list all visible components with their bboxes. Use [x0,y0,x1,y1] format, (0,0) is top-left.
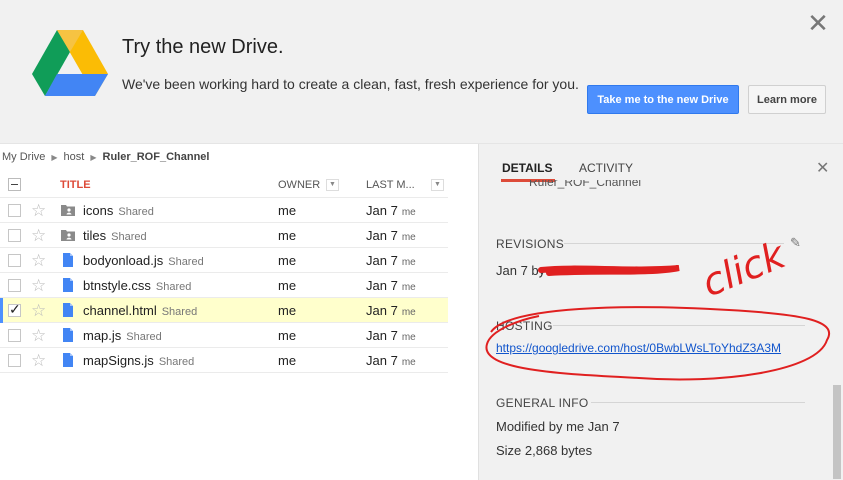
star-icon[interactable]: ☆ [31,351,46,371]
document-icon [63,328,73,342]
file-name[interactable]: icons Shared [83,203,154,218]
file-owner: me [278,278,297,293]
column-owner[interactable]: OWNER [278,179,320,191]
row-checkbox[interactable] [8,301,21,318]
file-date: Jan 7 me [366,253,416,268]
file-list: TITLE OWNER ▼ LAST M... ▼ ☆ icons Shared me… [0,172,448,373]
revisions-title: REVISIONS [496,237,565,251]
file-name[interactable]: bodyonload.js Shared [83,253,204,268]
breadcrumb-my-drive[interactable]: My Drive [2,151,45,163]
file-row[interactable]: ☆ bodyonload.js Shared me Jan 7 me [0,248,448,273]
file-date: Jan 7 me [366,278,416,293]
redacted-scribble [538,265,680,276]
scrollbar-thumb[interactable] [833,385,841,479]
file-row[interactable]: ☆ btnstyle.css Shared me Jan 7 me [0,273,448,298]
modified-info: Modified by me Jan 7 [496,419,620,434]
close-icon[interactable]: ✕ [806,10,830,36]
document-icon [63,278,73,292]
file-name[interactable]: channel.html Shared [83,303,197,318]
learn-more-button[interactable]: Learn more [748,85,826,114]
selection-indicator [0,298,3,323]
folder-name: Ruler_ROF_Channel [529,180,642,189]
close-icon[interactable]: ✕ [816,158,829,178]
star-icon[interactable]: ☆ [31,276,46,296]
details-panel: DETAILS ACTIVITY ✕ Ruler_ROF_Channel REV… [478,144,843,480]
divider [553,325,805,326]
shared-label: Shared [168,256,204,268]
star-icon[interactable]: ☆ [31,226,46,246]
file-name[interactable]: btnstyle.css Shared [83,278,191,293]
file-name[interactable]: map.js Shared [83,328,162,343]
select-all-checkbox[interactable] [8,178,21,191]
breadcrumb-current: Ruler_ROF_Channel [102,151,210,163]
shared-folder-icon [61,205,75,216]
star-icon[interactable]: ☆ [31,201,46,221]
file-date: Jan 7 me [366,328,416,343]
star-icon[interactable]: ☆ [31,301,46,321]
chevron-down-icon[interactable]: ▼ [326,179,339,191]
hosting-title: HOSTING [496,319,553,333]
breadcrumb: My Drive ▶ host ▶ Ruler_ROF_Channel [2,151,209,163]
file-row[interactable]: ☆ channel.htmlShared me Jan 7me [0,298,448,323]
list-header: TITLE OWNER ▼ LAST M... ▼ [0,172,448,198]
shared-folder-icon [61,230,75,241]
file-date: Jan 7 me [366,203,416,218]
shared-label: Shared [158,356,195,368]
file-row[interactable]: ☆ map.js Shared me Jan 7 me [0,323,448,348]
new-drive-banner: Try the new Drive. We've been working ha… [0,0,843,144]
row-checkbox[interactable] [8,204,21,217]
file-name[interactable]: tiles Shared [83,228,147,243]
breadcrumb-host[interactable]: host [64,151,85,163]
file-owner: me [278,253,297,268]
document-icon [63,353,73,367]
document-icon [63,253,73,267]
revisions-text: Jan 7 by [496,263,546,278]
google-drive-logo [32,30,108,96]
row-checkbox[interactable] [8,229,21,242]
file-owner: me [278,303,297,318]
star-icon[interactable]: ☆ [31,326,46,346]
row-checkbox[interactable] [8,354,21,367]
size-info: Size 2,868 bytes [496,443,593,458]
divider [591,402,805,403]
hosting-link[interactable]: https://googledrive.com/host/0BwbLWsLToY… [496,341,806,355]
file-date: Jan 7 me [366,303,416,318]
file-owner: me [278,353,297,368]
chevron-right-icon: ▶ [51,152,58,162]
general-info-title: GENERAL INFO [496,396,589,410]
column-last-modified[interactable]: LAST M... [366,179,415,191]
take-me-to-new-drive-button[interactable]: Take me to the new Drive [587,85,739,114]
shared-label: Shared [118,206,154,218]
file-date: Jan 7 me [366,353,416,368]
shared-label: Shared [126,331,162,343]
row-checkbox[interactable] [8,279,21,292]
file-owner: me [278,203,297,218]
file-row[interactable]: ☆ mapSigns.js Shared me Jan 7 me [0,348,448,373]
file-row[interactable]: ☆ tiles Shared me Jan 7 me [0,223,448,248]
tab-activity[interactable]: ACTIVITY [579,161,633,175]
file-owner: me [278,328,297,343]
tab-details[interactable]: DETAILS [502,161,552,175]
column-title[interactable]: TITLE [60,179,91,191]
chevron-down-icon[interactable]: ▼ [431,179,444,191]
banner-title: Try the new Drive. [122,36,284,58]
banner-description: We've been working hard to create a clea… [122,76,579,92]
file-owner: me [278,228,297,243]
shared-label: Shared [161,306,198,318]
shared-label: Shared [155,281,192,293]
shared-label: Shared [111,231,147,243]
row-checkbox[interactable] [8,254,21,267]
file-date: Jan 7 me [366,228,416,243]
file-name[interactable]: mapSigns.js Shared [83,353,194,368]
file-row[interactable]: ☆ icons Shared me Jan 7 me [0,198,448,223]
document-icon [63,303,73,317]
pencil-icon[interactable]: ✎ [790,235,801,251]
row-checkbox[interactable] [8,329,21,342]
chevron-right-icon: ▶ [90,152,97,162]
star-icon[interactable]: ☆ [31,251,46,271]
